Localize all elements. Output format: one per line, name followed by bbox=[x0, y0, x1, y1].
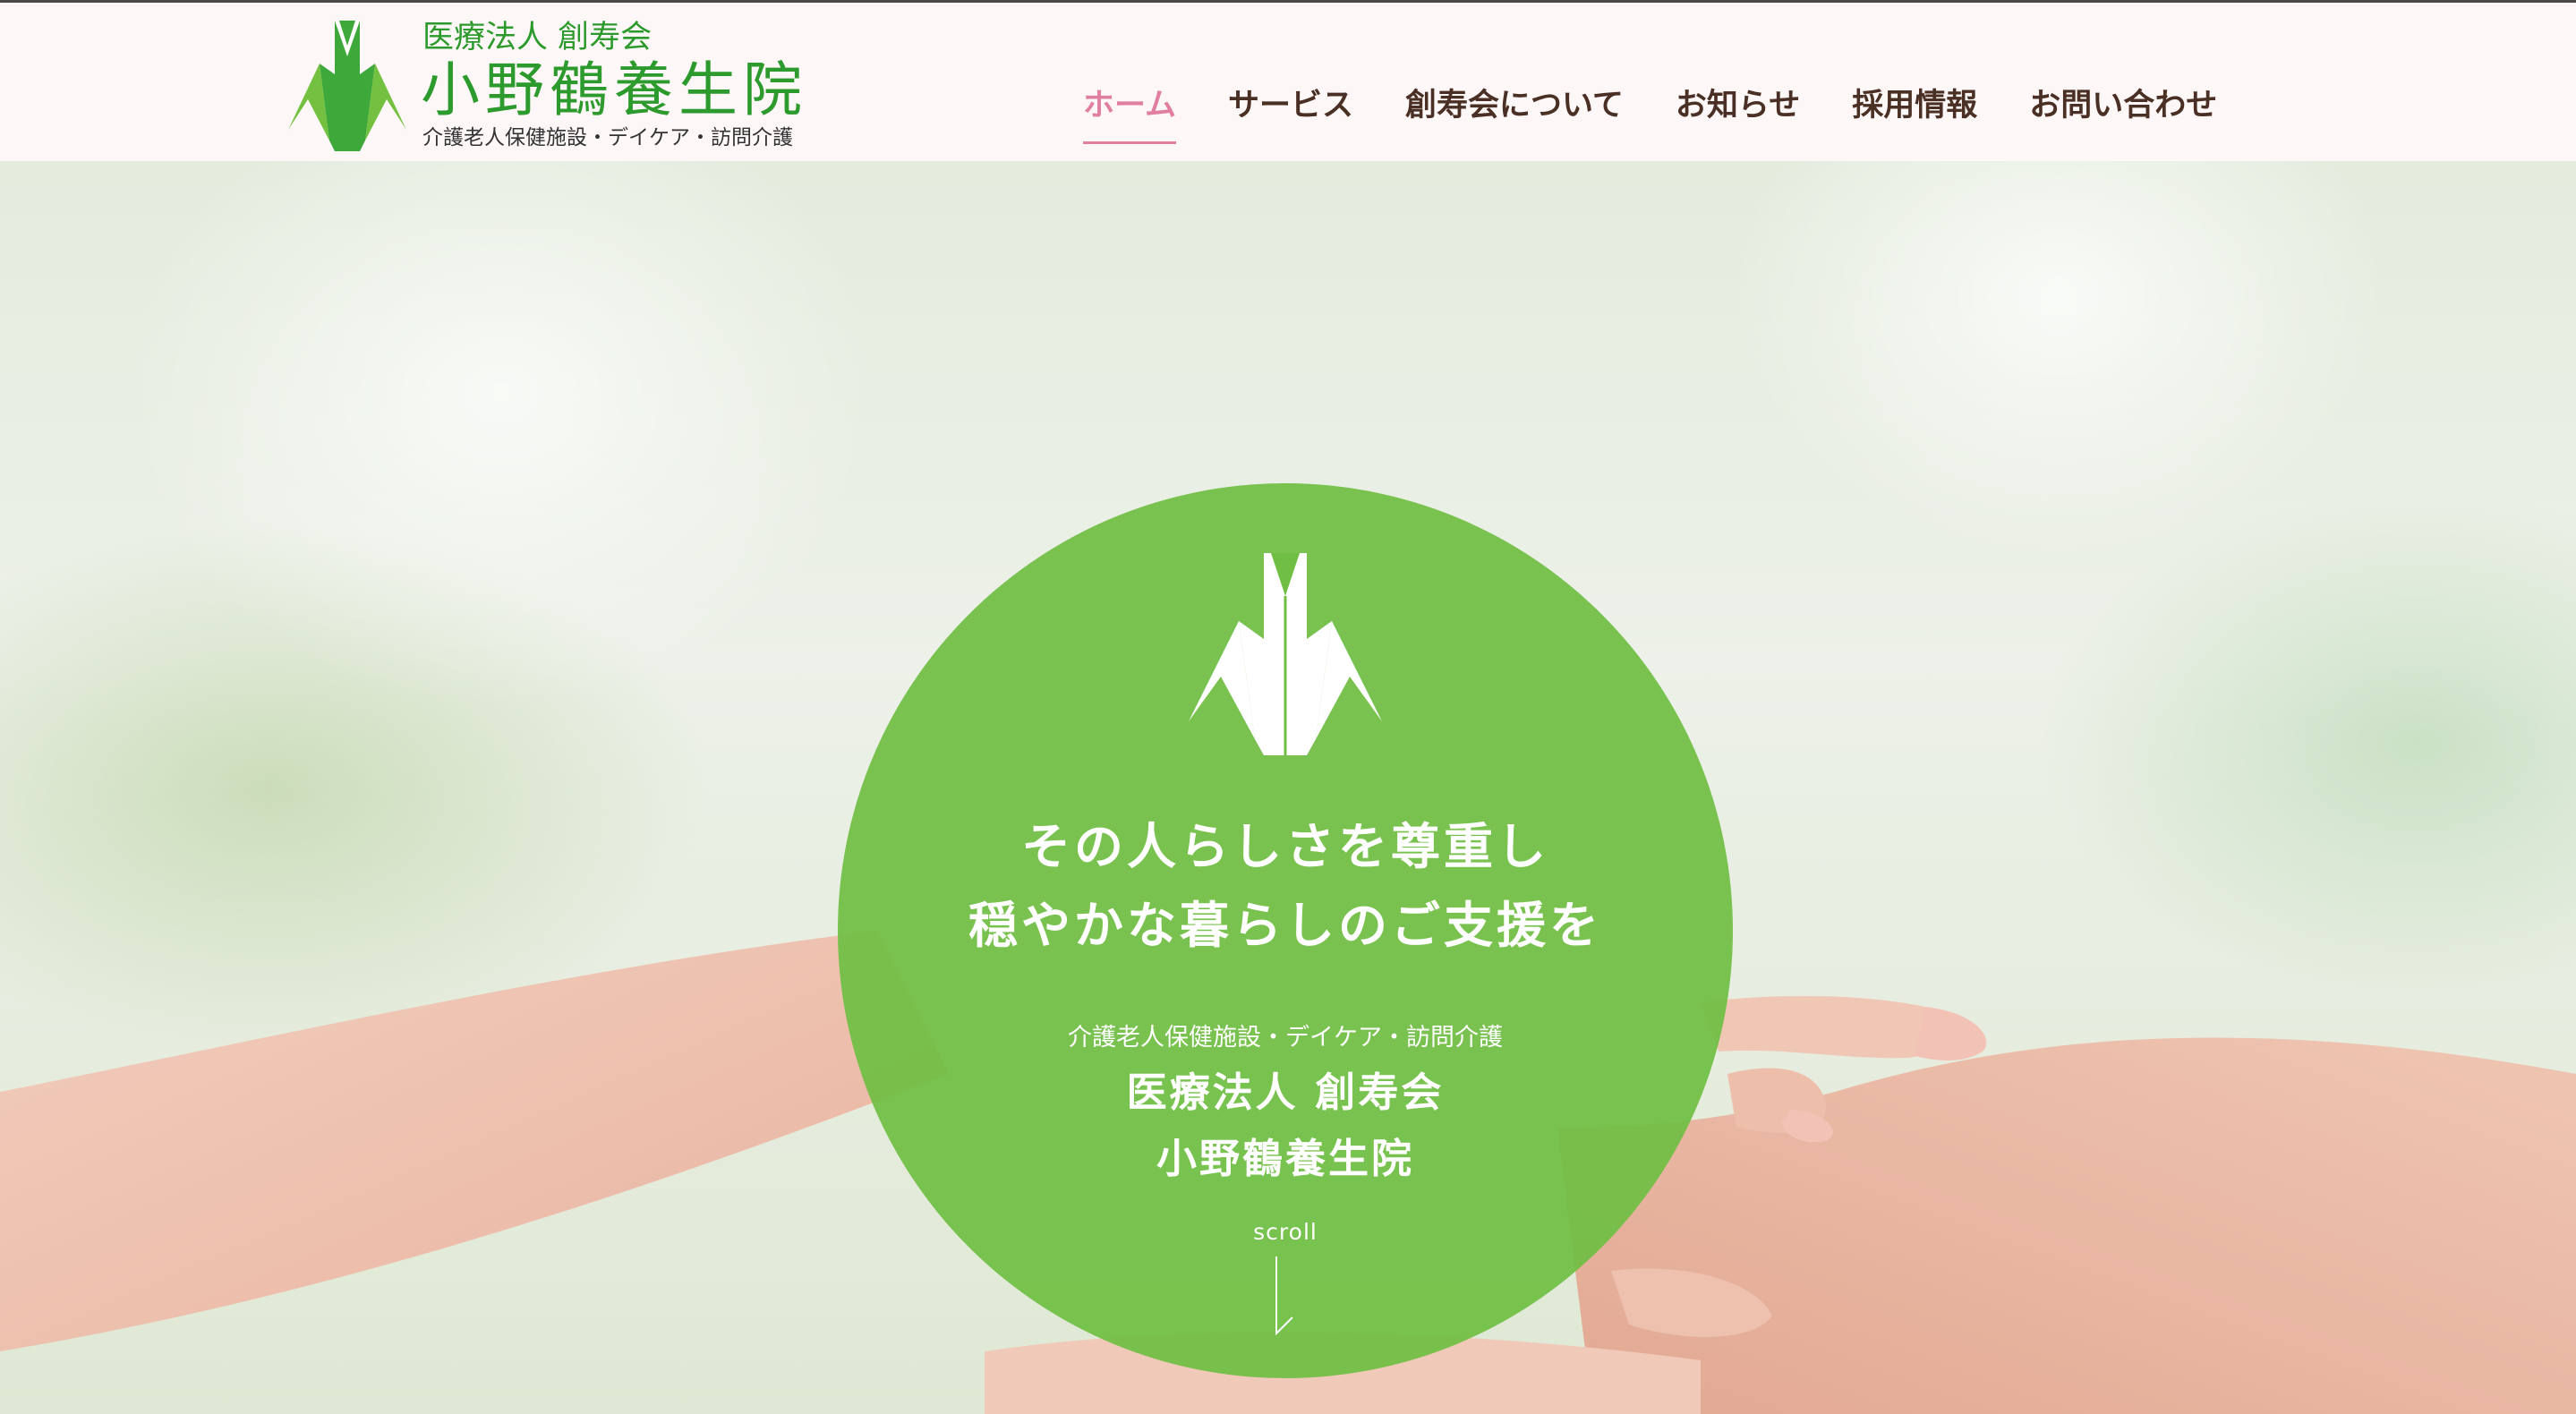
hero-circle: その人らしさを尊重し 穏やかな暮らしのご支援を 介護老人保健施設・デイケア・訪問… bbox=[838, 483, 1733, 1378]
logo-corp-name: 医療法人 創寿会 bbox=[422, 20, 653, 55]
nav-item-home[interactable]: ホーム bbox=[1083, 74, 1176, 144]
hero-tagline-line1: その人らしさを尊重し bbox=[1020, 818, 1549, 875]
hero-tagline-line2: 穏やかな暮らしのご支援を bbox=[968, 897, 1602, 954]
nav-item-services[interactable]: サービス bbox=[1228, 74, 1353, 137]
nav-item-contact[interactable]: お問い合わせ bbox=[2029, 74, 2217, 137]
nav-item-news[interactable]: お知らせ bbox=[1676, 74, 1800, 137]
nav-item-about[interactable]: 創寿会について bbox=[1405, 74, 1624, 137]
hero-section: その人らしさを尊重し 穏やかな暮らしのご支援を 介護老人保健施設・デイケア・訪問… bbox=[0, 161, 2576, 1414]
scroll-link[interactable]: scroll bbox=[838, 1217, 1733, 1248]
hero-services: 介護老人保健施設・デイケア・訪問介護 bbox=[1068, 1024, 1503, 1052]
crane-icon bbox=[288, 21, 406, 151]
main-nav: ホーム サービス 創寿会について お知らせ 採用情報 お問い合わせ bbox=[1083, 74, 2217, 144]
logo-facility-name: 小野鶴養生院 bbox=[421, 55, 807, 124]
hero-facility-name: 小野鶴養生院 bbox=[1156, 1135, 1414, 1182]
scroll-arrow-icon[interactable] bbox=[1267, 1255, 1303, 1335]
crane-icon bbox=[1189, 553, 1382, 755]
site-logo[interactable]: 医療法人 創寿会 小野鶴養生院 介護老人保健施設・デイケア・訪問介護 bbox=[288, 19, 843, 153]
logo-subtitle: 介護老人保健施設・デイケア・訪問介護 bbox=[422, 126, 793, 149]
nav-item-recruit[interactable]: 採用情報 bbox=[1852, 74, 1977, 137]
site-header: 医療法人 創寿会 小野鶴養生院 介護老人保健施設・デイケア・訪問介護 ホーム サ… bbox=[0, 0, 2576, 161]
page: 医療法人 創寿会 小野鶴養生院 介護老人保健施設・デイケア・訪問介護 ホーム サ… bbox=[0, 0, 2576, 1414]
hero-corp-name: 医療法人 創寿会 bbox=[1126, 1069, 1445, 1116]
